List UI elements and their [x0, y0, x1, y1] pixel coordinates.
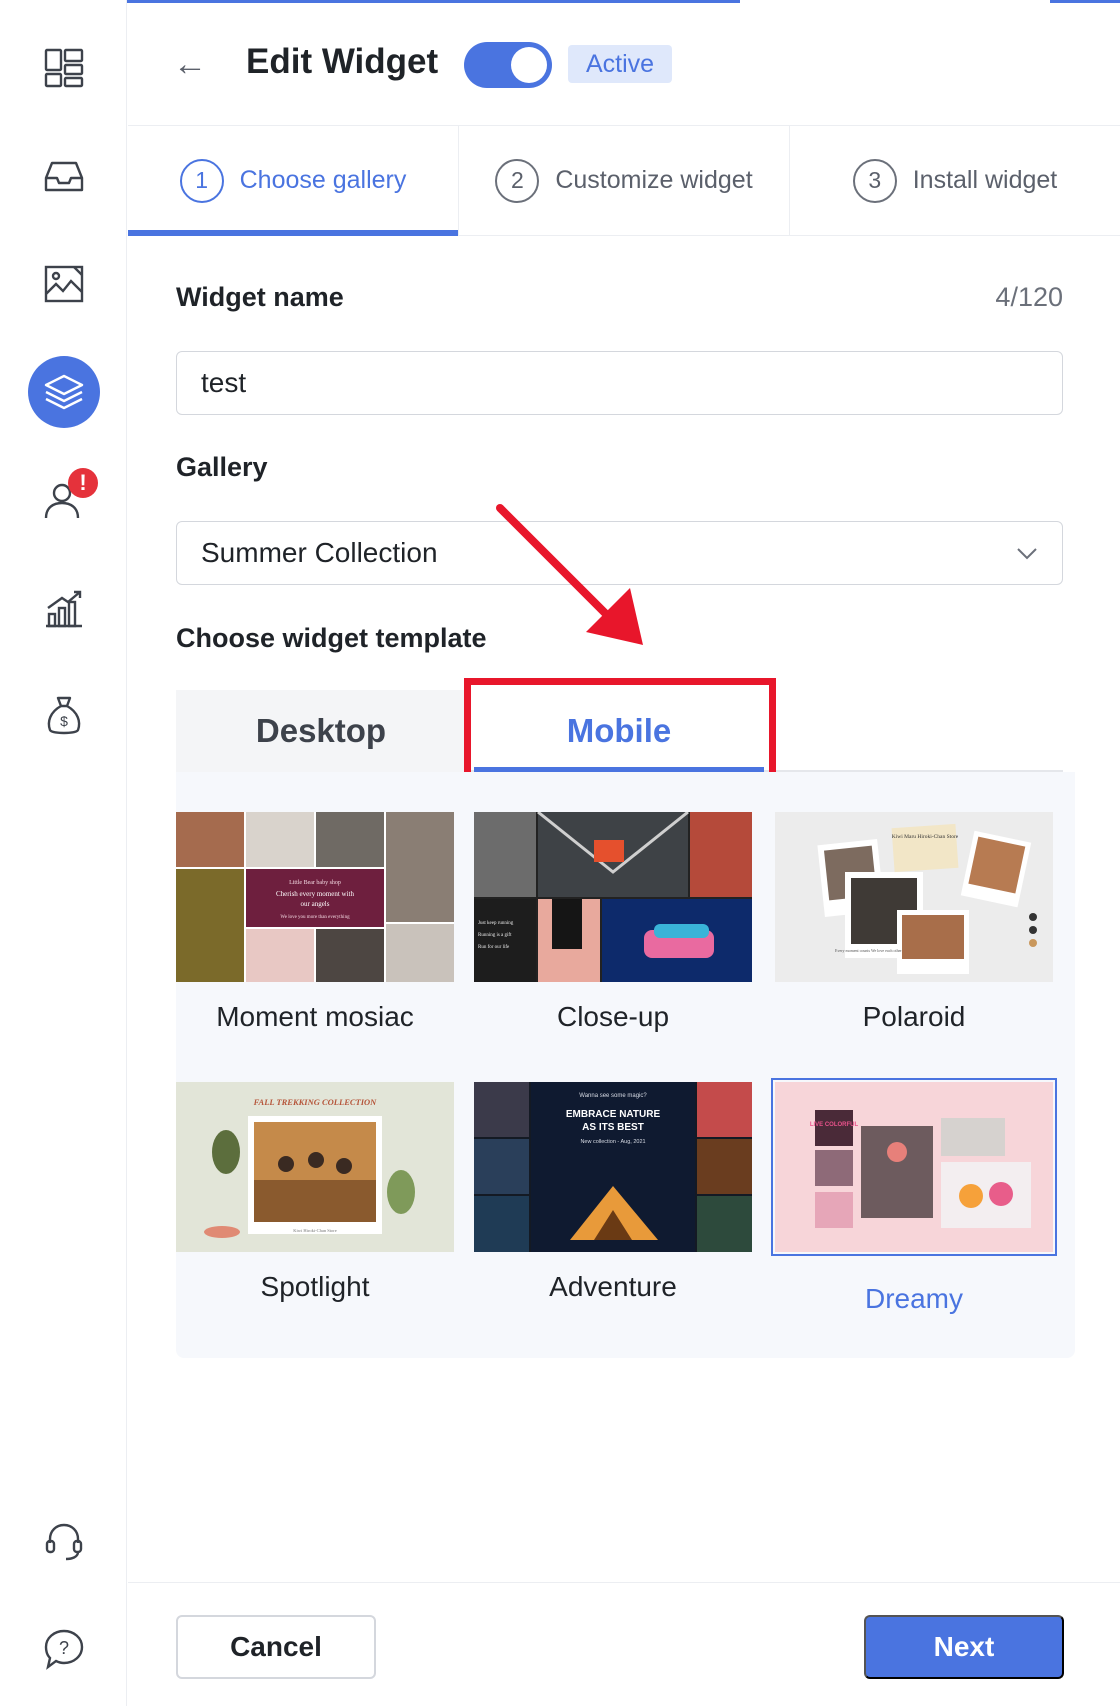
dashboard-icon: [44, 48, 84, 88]
template-name: Dreamy: [864, 1283, 963, 1314]
template-thumbnail-polaroid: Kiwi Maru Hiroki-Chan Store Every moment…: [775, 812, 1053, 982]
template-thumbnail-adventure: Wanna see some magic? EMBRACE NATURE AS …: [474, 1082, 752, 1252]
character-counter: 4/120: [995, 282, 1063, 312]
sidebar-item-analytics[interactable]: [28, 572, 100, 644]
gallery-label: Gallery: [176, 452, 268, 482]
money-bag-icon: $: [47, 696, 81, 735]
closeup-text-1: Just keep running: [478, 921, 514, 926]
wizard-steps: 1 Choose gallery 2 Customize widget 3 In…: [128, 126, 1120, 236]
help-icon: ?: [44, 1629, 84, 1670]
spotlight-footer: Kiwi Hiroki-Chan Store: [293, 1228, 337, 1233]
template-thumbnail-spotlight: FALL TREKKING COLLECTION Kiwi Hiroki-Cha…: [176, 1082, 454, 1252]
adventure-top: Wanna see some magic?: [579, 1093, 647, 1099]
sidebar-item-help[interactable]: ?: [28, 1613, 100, 1685]
tab-desktop[interactable]: Desktop: [176, 690, 466, 772]
template-card-close-up[interactable]: Just keep running Running is a gift Run …: [474, 810, 752, 1033]
annotation-arrow-icon: [496, 504, 643, 645]
template-thumbnail-moment-mosiac: Little Bear baby shop Cherish every mome…: [176, 812, 454, 982]
moment-text-1: Little Bear baby shop: [289, 880, 341, 886]
step-label: Choose gallery: [239, 166, 407, 194]
notification-badge: !: [68, 468, 98, 498]
step-number: 1: [179, 158, 224, 203]
template-name: Moment mosiac: [216, 1001, 414, 1032]
next-button[interactable]: Next: [864, 1615, 1064, 1679]
sidebar-item-users[interactable]: !: [28, 464, 100, 536]
template-grid: Little Bear baby shop Cherish every mome…: [176, 772, 1075, 1358]
moment-text-3: our angels: [301, 900, 330, 908]
template-name: Polaroid: [862, 1001, 966, 1032]
step-number: 3: [852, 158, 897, 203]
sidebar-item-dashboard[interactable]: [28, 32, 100, 104]
step-label: Customize widget: [555, 166, 753, 194]
support-headset-icon: [45, 1523, 83, 1561]
polaroid-caption: Every moment counts We love each other: [835, 948, 902, 953]
layers-icon: [44, 374, 84, 410]
moment-text-4: We love you more than everything: [280, 915, 350, 920]
adventure-sub: New collection - Aug, 2021: [580, 1139, 645, 1145]
step-install-widget[interactable]: 3 Install widget: [790, 126, 1120, 235]
gallery-selected-value: Summer Collection: [201, 537, 438, 568]
moment-text-2: Cherish every moment with: [276, 890, 354, 898]
status-badge: Active: [568, 45, 673, 83]
widget-name-label: Widget name: [176, 282, 344, 312]
sidebar-item-inbox[interactable]: [28, 140, 100, 212]
step-number: 2: [495, 158, 540, 203]
widget-name-input[interactable]: test: [176, 351, 1063, 415]
adventure-title-2: AS ITS BEST: [582, 1122, 644, 1133]
template-name: Spotlight: [260, 1271, 370, 1302]
template-card-spotlight[interactable]: FALL TREKKING COLLECTION Kiwi Hiroki-Cha…: [176, 1082, 454, 1303]
widget-name-value: test: [201, 367, 247, 398]
arrow-left-icon[interactable]: ←: [173, 46, 207, 82]
analytics-icon: [46, 590, 82, 628]
template-card-adventure[interactable]: Wanna see some magic? EMBRACE NATURE AS …: [474, 1082, 752, 1303]
sidebar-item-support[interactable]: [28, 1505, 100, 1577]
template-card-dreamy[interactable]: LIVE COLORFUL Dreamy: [771, 1078, 1057, 1315]
page-title: Edit Widget: [246, 42, 439, 81]
svg-text:$: $: [60, 713, 68, 729]
template-label: Choose widget template: [176, 623, 487, 653]
page-header: ← Edit Widget Active: [128, 0, 1120, 126]
step-customize-widget[interactable]: 2 Customize widget: [459, 126, 790, 235]
cancel-button[interactable]: Cancel: [176, 1615, 376, 1679]
template-name: Adventure: [549, 1271, 677, 1302]
image-gallery-icon: [44, 265, 84, 303]
chevron-down-icon: [1017, 548, 1037, 560]
dreamy-tag: LIVE COLORFUL: [810, 1122, 859, 1128]
sidebar: ! $ ?: [0, 0, 127, 1706]
closeup-text-2: Running is a gift: [478, 933, 512, 938]
polaroid-note: Kiwi Maru Hiroki-Chan Store: [892, 834, 959, 840]
sidebar-item-gallery[interactable]: [28, 248, 100, 320]
spotlight-title: FALL TREKKING COLLECTION: [253, 1097, 378, 1107]
footer-divider: [128, 1582, 1120, 1583]
adventure-title-1: EMBRACE NATURE: [566, 1109, 661, 1120]
sidebar-item-widgets[interactable]: [28, 356, 100, 428]
template-card-moment-mosiac[interactable]: Little Bear baby shop Cherish every mome…: [176, 812, 454, 1033]
step-label: Install widget: [912, 166, 1058, 194]
template-thumbnail-close-up: Just keep running Running is a gift Run …: [474, 810, 752, 982]
sidebar-item-billing[interactable]: $: [28, 680, 100, 752]
active-toggle[interactable]: [464, 42, 552, 88]
inbox-icon: [44, 161, 84, 192]
template-name: Close-up: [556, 1001, 670, 1032]
closeup-text-3: Run for our life: [478, 945, 510, 950]
svg-text:?: ?: [59, 1638, 69, 1658]
template-card-polaroid[interactable]: Kiwi Maru Hiroki-Chan Store Every moment…: [775, 812, 1053, 1033]
annotation-highlight-box: [464, 678, 776, 784]
step-choose-gallery[interactable]: 1 Choose gallery: [128, 126, 459, 236]
template-thumbnail-dreamy: LIVE COLORFUL: [771, 1078, 1057, 1256]
